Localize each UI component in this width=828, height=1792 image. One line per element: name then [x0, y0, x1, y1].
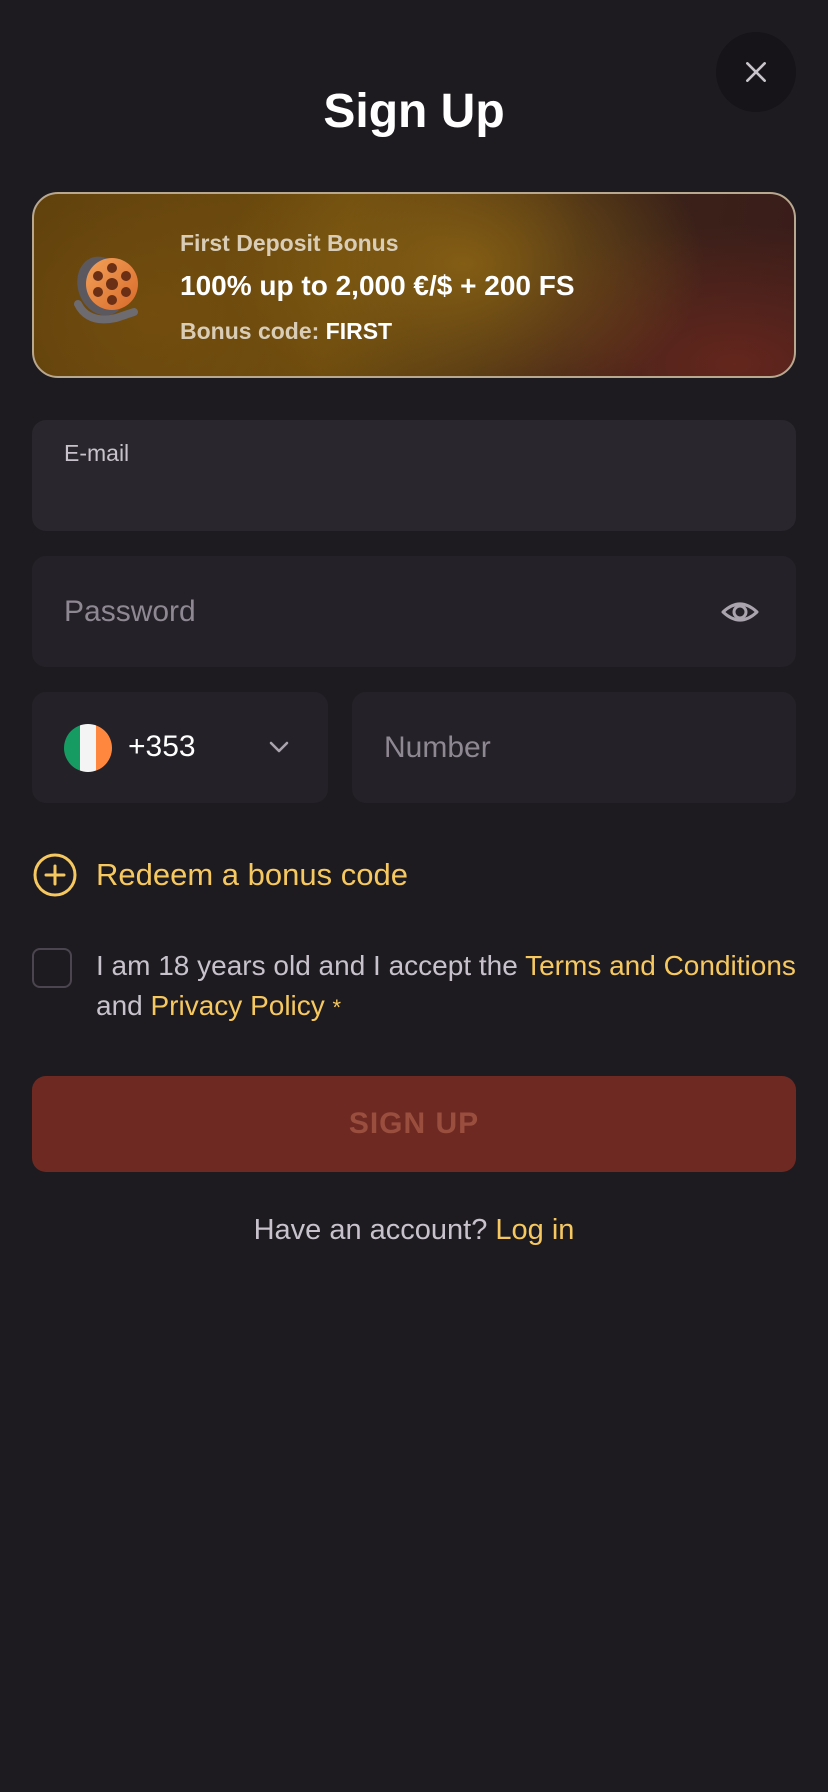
terms-link[interactable]: Terms and Conditions: [525, 950, 796, 981]
bonus-code: Bonus code: FIRST: [180, 318, 392, 345]
bonus-banner: First Deposit Bonus 100% up to 2,000 €/$…: [32, 192, 796, 378]
phone-number-input[interactable]: [384, 724, 764, 772]
terms-text: I am 18 years old and I accept the Terms…: [96, 946, 816, 1028]
redeem-label: Redeem a bonus code: [96, 857, 408, 892]
password-field[interactable]: [32, 556, 796, 667]
login-prompt: Have an account? Log in: [0, 1214, 828, 1247]
bonus-label: First Deposit Bonus: [180, 230, 399, 256]
eye-icon: [721, 602, 759, 622]
chevron-down-icon: [269, 741, 289, 753]
terms-prefix: I am 18 years old and I accept the: [96, 950, 518, 981]
sign-up-button[interactable]: SIGN UP: [32, 1076, 796, 1172]
phone-number-field[interactable]: [352, 692, 796, 803]
redeem-bonus-code-button[interactable]: Redeem a bonus code: [32, 852, 408, 898]
required-mark: *: [332, 995, 342, 1020]
password-visibility-toggle[interactable]: [716, 588, 764, 636]
email-input[interactable]: [64, 476, 764, 516]
email-field[interactable]: E-mail: [32, 420, 796, 531]
login-link[interactable]: Log in: [495, 1214, 574, 1246]
plus-circle-icon: [33, 853, 77, 897]
bonus-code-value: FIRST: [325, 318, 393, 344]
login-prompt-text: Have an account?: [253, 1214, 488, 1246]
dial-code: +353: [128, 730, 196, 763]
close-icon: [746, 62, 766, 82]
terms-middle: and: [96, 990, 143, 1021]
ireland-flag-icon: [64, 724, 112, 772]
film-reel-icon: [74, 256, 138, 324]
signup-screen: Sign Up First Deposit Bonus 100% up to 2…: [0, 0, 828, 1792]
password-input[interactable]: [64, 588, 684, 636]
privacy-link[interactable]: Privacy Policy: [151, 990, 325, 1021]
age-terms-checkbox[interactable]: [32, 948, 72, 988]
bonus-code-prefix: Bonus code:: [180, 318, 320, 344]
page-title: Sign Up: [323, 85, 505, 138]
bonus-amount: 100% up to 2,000 €/$ + 200 FS: [180, 270, 575, 301]
country-code-select[interactable]: +353: [32, 692, 328, 803]
email-label: E-mail: [64, 440, 130, 466]
